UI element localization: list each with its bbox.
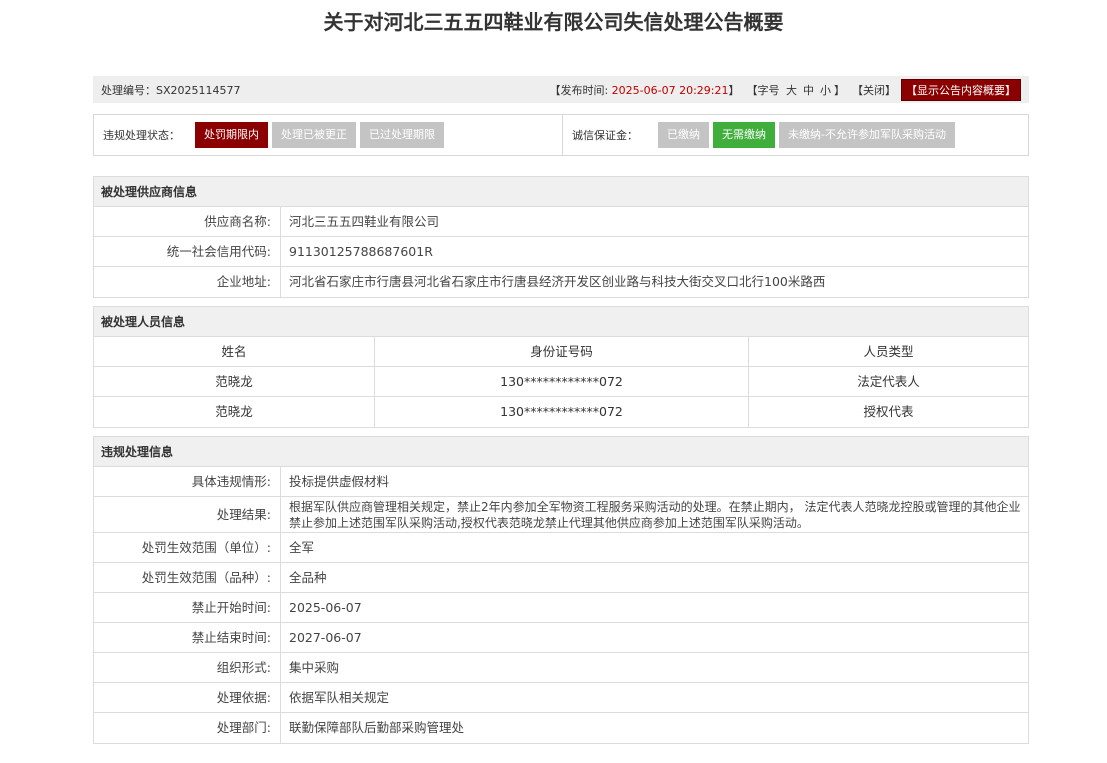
credit-code-label: 统一社会信用代码: <box>94 237 281 266</box>
ban-end-row: 禁止结束时间: 2027-06-07 <box>94 623 1028 653</box>
basis-row: 处理依据: 依据军队相关规定 <box>94 683 1028 713</box>
font-small-link[interactable]: 小 <box>820 84 831 97</box>
basis-value: 依据军队相关规定 <box>289 690 390 705</box>
tag-corrected[interactable]: 处理已被更正 <box>272 122 356 148</box>
meta-bar: 处理编号：SX2025114577 【发布时间: 2025-06-07 20:2… <box>93 76 1029 103</box>
show-summary-button[interactable]: 【显示公告内容概要】 <box>901 78 1021 101</box>
result-value: 根据军队供应商管理相关规定，禁止2年内参加全军物资工程服务采购活动的处理。在禁止… <box>289 500 1021 530</box>
basis-label: 处理依据: <box>94 683 281 712</box>
tag-within-penalty[interactable]: 处罚期限内 <box>195 122 268 148</box>
supplier-heading: 被处理供应商信息 <box>94 177 1028 207</box>
tag-unpaid[interactable]: 未缴纳-不允许参加军队采购活动 <box>779 122 955 148</box>
publish-prefix: 【发布时间: <box>549 83 612 97</box>
ban-start-row: 禁止开始时间: 2025-06-07 <box>94 593 1028 623</box>
credit-code-row: 统一社会信用代码: 91130125788687601R <box>94 237 1028 267</box>
department-row: 处理部门: 联勤保障部队后勤部采购管理处 <box>94 713 1028 743</box>
deposit-label: 诚信保证金： <box>572 129 638 142</box>
ban-end-value: 2027-06-07 <box>289 630 362 645</box>
scope-category-label: 处罚生效范围（品种）: <box>94 563 281 592</box>
ref-value: SX2025114577 <box>156 83 241 97</box>
tag-expired[interactable]: 已过处理期限 <box>360 122 444 148</box>
scope-category-row: 处罚生效范围（品种）: 全品种 <box>94 563 1028 593</box>
persons-section: 被处理人员信息 姓名 身份证号码 人员类型 范晓龙 130***********… <box>93 306 1029 428</box>
department-label: 处理部门: <box>94 713 281 743</box>
violation-type-label: 具体违规情形: <box>94 467 281 496</box>
table-row: 范晓龙 130************072 授权代表 <box>94 397 1028 427</box>
scope-unit-row: 处罚生效范围（单位）: 全军 <box>94 533 1028 563</box>
org-form-value: 集中采购 <box>289 660 340 675</box>
department-value: 联勤保障部队后勤部采购管理处 <box>289 720 465 735</box>
font-large-link[interactable]: 大 <box>786 84 797 97</box>
supplier-section: 被处理供应商信息 供应商名称: 河北三五五四鞋业有限公司 统一社会信用代码: 9… <box>93 176 1029 298</box>
col-type-header: 人员类型 <box>863 344 914 359</box>
person-id: 130************072 <box>375 397 749 427</box>
page-title: 关于对河北三五五四鞋业有限公司失信处理公告概要 <box>323 10 784 34</box>
ref-number: 处理编号：SX2025114577 <box>101 82 241 98</box>
supplier-name-value: 河北三五五四鞋业有限公司 <box>289 214 440 229</box>
persons-heading: 被处理人员信息 <box>94 307 1028 337</box>
persons-header-row: 姓名 身份证号码 人员类型 <box>94 337 1028 367</box>
person-type: 法定代表人 <box>857 374 920 389</box>
font-medium-link[interactable]: 中 <box>803 84 814 97</box>
publish-time-value: 2025-06-07 20:29:21 <box>611 83 729 97</box>
scope-category-value: 全品种 <box>289 570 327 585</box>
address-value: 河北省石家庄市行唐县河北省石家庄市行唐县经济开发区创业路与科技大街交叉口北行10… <box>289 274 826 289</box>
result-label: 处理结果: <box>94 497 281 532</box>
supplier-name-label: 供应商名称: <box>94 207 281 236</box>
org-form-label: 组织形式: <box>94 653 281 682</box>
ban-start-label: 禁止开始时间: <box>94 593 281 622</box>
violation-status-label: 违规处理状态： <box>103 129 180 142</box>
col-name-header: 姓名 <box>94 337 375 366</box>
font-size-label: 【字号 <box>746 83 780 97</box>
publish-time: 【发布时间: 2025-06-07 20:29:21】 <box>549 82 739 98</box>
address-label: 企业地址: <box>94 267 281 297</box>
font-size-suffix: 】 <box>834 83 845 97</box>
violation-status: 违规处理状态： 处罚期限内 处理已被更正 已过处理期限 <box>94 115 562 155</box>
status-box: 违规处理状态： 处罚期限内 处理已被更正 已过处理期限 诚信保证金： 已缴纳 无… <box>93 114 1029 156</box>
close-link[interactable]: 【关闭】 <box>852 82 896 98</box>
person-id: 130************072 <box>375 367 749 396</box>
person-name: 范晓龙 <box>94 367 375 396</box>
tag-no-payment-needed[interactable]: 无需缴纳 <box>713 122 775 148</box>
violation-section: 违规处理信息 具体违规情形: 投标提供虚假材料 处理结果: 根据军队供应商管理相… <box>93 436 1029 744</box>
supplier-name-row: 供应商名称: 河北三五五四鞋业有限公司 <box>94 207 1028 237</box>
violation-type-row: 具体违规情形: 投标提供虚假材料 <box>94 467 1028 497</box>
org-form-row: 组织形式: 集中采购 <box>94 653 1028 683</box>
credit-code-value: 91130125788687601R <box>289 244 433 259</box>
violation-heading: 违规处理信息 <box>94 437 1028 467</box>
scope-unit-value: 全军 <box>289 540 315 555</box>
ban-start-value: 2025-06-07 <box>289 600 362 615</box>
person-name: 范晓龙 <box>94 397 375 427</box>
publish-suffix: 】 <box>728 83 740 97</box>
ban-end-label: 禁止结束时间: <box>94 623 281 652</box>
violation-type-value: 投标提供虚假材料 <box>289 474 390 489</box>
scope-unit-label: 处罚生效范围（单位）: <box>94 533 281 562</box>
tag-paid[interactable]: 已缴纳 <box>658 122 709 148</box>
col-id-header: 身份证号码 <box>375 337 749 366</box>
ref-label: 处理编号： <box>101 83 156 97</box>
font-size-controls: 【字号 大中小】 <box>747 82 846 98</box>
meta-controls: 【发布时间: 2025-06-07 20:29:21】 【字号 大中小】 【关闭… <box>542 78 1021 101</box>
result-row: 处理结果: 根据军队供应商管理相关规定，禁止2年内参加全军物资工程服务采购活动的… <box>94 497 1028 533</box>
address-row: 企业地址: 河北省石家庄市行唐县河北省石家庄市行唐县经济开发区创业路与科技大街交… <box>94 267 1028 297</box>
person-type: 授权代表 <box>863 404 914 419</box>
table-row: 范晓龙 130************072 法定代表人 <box>94 367 1028 397</box>
deposit-status: 诚信保证金： 已缴纳 无需缴纳 未缴纳-不允许参加军队采购活动 <box>562 115 959 155</box>
